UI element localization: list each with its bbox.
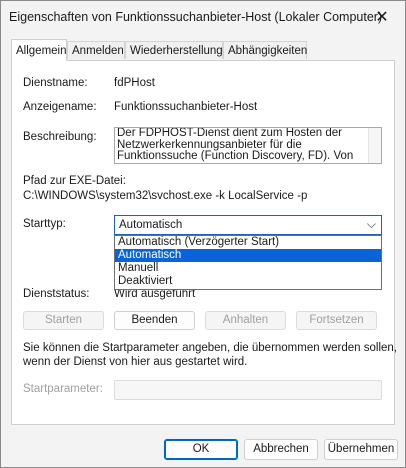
stop-service-button[interactable]: Beenden: [114, 311, 195, 330]
resume-service-button[interactable]: Fortsetzen: [296, 311, 377, 330]
tab-wiederherstellung[interactable]: Wiederherstellung: [125, 41, 223, 59]
start-type-dropdown-list: Automatisch (Verzögerter Start) Automati…: [114, 235, 382, 290]
close-icon[interactable]: ✕: [359, 1, 405, 33]
description-line: Funktionssuche (Function Discovery, FD).…: [117, 150, 354, 162]
dropdown-option-automatic[interactable]: Automatisch: [115, 249, 381, 262]
start-service-button[interactable]: Starten: [23, 311, 104, 330]
ok-button[interactable]: OK: [164, 439, 238, 460]
exe-path-label: Pfad zur EXE-Datei:: [23, 175, 126, 187]
tab-abhaengigkeiten[interactable]: Abhängigkeiten: [223, 41, 307, 59]
dropdown-option-manual[interactable]: Manuell: [115, 262, 381, 275]
window-title: Eigenschaften von Funktionssuchanbieter-…: [9, 10, 383, 24]
service-status-label: Dienststatus:: [23, 288, 90, 300]
info-text-line: wenn der Dienst von hier aus gestartet w…: [23, 356, 248, 368]
start-type-value: Automatisch: [119, 219, 183, 231]
display-name-label: Anzeigename:: [23, 101, 97, 113]
properties-dialog: Eigenschaften von Funktionssuchanbieter-…: [0, 0, 406, 468]
pause-service-button[interactable]: Anhalten: [205, 311, 286, 330]
dropdown-option-disabled[interactable]: Deaktiviert: [115, 275, 381, 288]
tab-anmelden[interactable]: Anmelden: [67, 41, 125, 59]
start-params-input[interactable]: [114, 380, 382, 400]
start-params-label: Startparameter:: [23, 383, 103, 395]
general-tab-panel: Dienstname: fdPHost Anzeigename: Funktio…: [11, 60, 397, 425]
description-textbox[interactable]: Der FDPHOST-Dienst dient zum Hosten der …: [114, 127, 382, 164]
cancel-button[interactable]: Abbrechen: [244, 439, 318, 460]
description-line: Der FDPHOST-Dienst dient zum Hosten der: [117, 127, 342, 139]
title-bar[interactable]: Eigenschaften von Funktionssuchanbieter-…: [1, 1, 405, 33]
display-name-value: Funktionssuchanbieter-Host: [114, 101, 258, 113]
dropdown-option-delayed[interactable]: Automatisch (Verzögerter Start): [115, 236, 381, 249]
exe-path-value: C:\WINDOWS\system32\svchost.exe -k Local…: [23, 190, 308, 202]
tab-allgemein[interactable]: Allgemein: [11, 39, 67, 61]
start-type-combobox[interactable]: Automatisch ⌵: [114, 215, 382, 235]
start-type-label: Starttyp:: [23, 218, 66, 230]
apply-button[interactable]: Übernehmen: [324, 439, 398, 460]
description-scrollbar[interactable]: [368, 128, 381, 163]
service-name-value: fdPHost: [114, 77, 155, 89]
service-name-label: Dienstname:: [23, 77, 88, 89]
info-text-line: Sie können die Startparameter angeben, d…: [23, 342, 397, 354]
description-label: Beschreibung:: [23, 131, 97, 143]
chevron-down-icon[interactable]: ⌵: [367, 217, 376, 232]
